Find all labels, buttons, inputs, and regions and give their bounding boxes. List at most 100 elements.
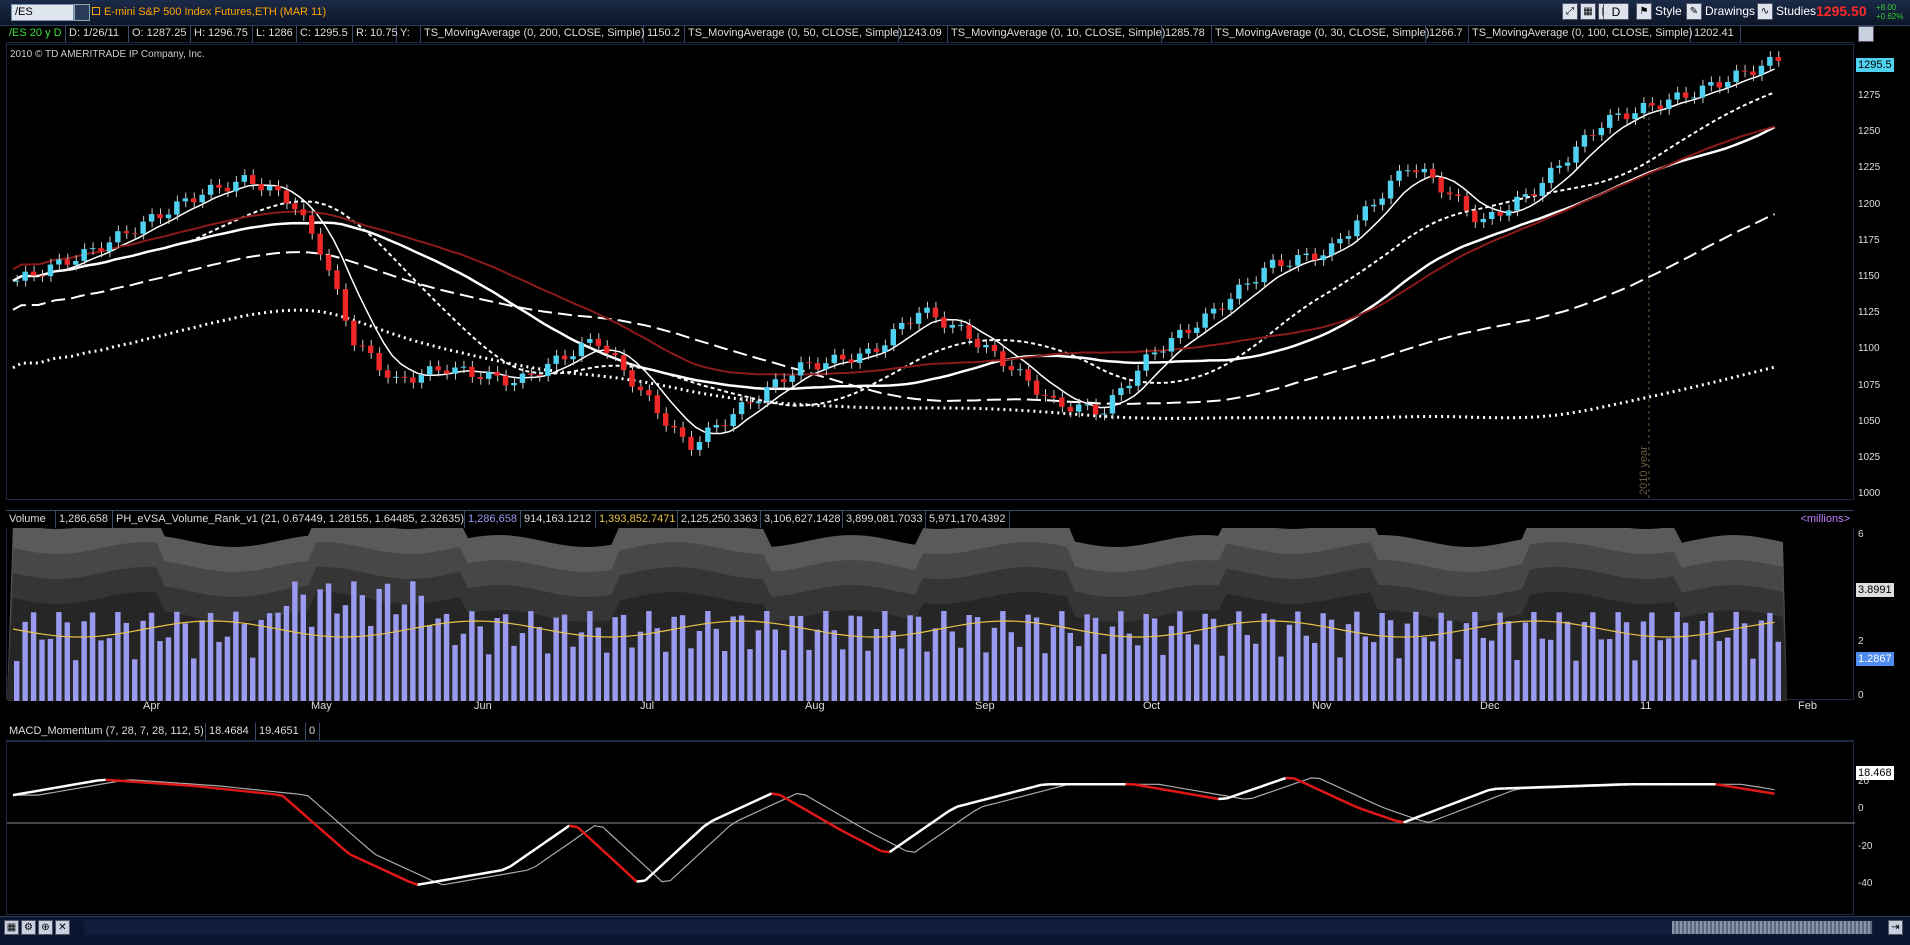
- candle-body: [444, 370, 449, 373]
- price-pane[interactable]: 2010 © TD AMERITRADE IP Company, Inc. 20…: [6, 44, 1854, 500]
- macd-momentum-segment: [1311, 786, 1319, 790]
- macd-momentum-segment: [350, 854, 358, 858]
- macd-momentum-segment: [1235, 793, 1243, 796]
- macd-momentum-segment: [864, 842, 872, 846]
- macd-momentum-segment: [873, 847, 881, 851]
- studies-icon[interactable]: ∿: [1757, 3, 1773, 20]
- candle-body: [1776, 57, 1781, 61]
- volume-bar: [1430, 641, 1435, 701]
- settings-icon[interactable]: ⚙: [21, 920, 36, 935]
- macd-momentum-segment: [974, 800, 982, 802]
- macd-momentum-segment: [1758, 791, 1766, 792]
- volume-bar: [1438, 613, 1443, 701]
- candle-body: [612, 353, 617, 355]
- volume-bar: [1742, 623, 1747, 701]
- macd-pane[interactable]: [6, 741, 1854, 915]
- macd-momentum-segment: [814, 814, 822, 819]
- macd-momentum-segment: [418, 883, 426, 884]
- volume-bar: [22, 622, 27, 701]
- candle-body: [1582, 135, 1587, 147]
- evsa-value-6: 3,899,081.7033: [843, 511, 926, 528]
- candle-body: [343, 289, 348, 321]
- candle-body: [1017, 369, 1022, 370]
- evsa-value-5: 3,106,627.1428: [761, 511, 843, 528]
- candle-body: [730, 414, 735, 426]
- volume-bar: [832, 630, 837, 701]
- grid-icon[interactable]: ▦: [1580, 3, 1596, 20]
- macd-momentum-segment: [679, 842, 687, 850]
- volume-bar: [326, 583, 331, 701]
- volume-bar: [562, 615, 567, 701]
- volume-bar: [1337, 657, 1342, 701]
- layout-icon[interactable]: ▦: [4, 920, 19, 935]
- volume-bar: [242, 624, 247, 701]
- month-label: Feb: [1798, 700, 1817, 712]
- zoom-icon[interactable]: ⊕: [38, 920, 53, 935]
- volume-bar: [1767, 613, 1772, 701]
- volume-pane[interactable]: [6, 510, 1854, 700]
- macd-momentum-segment: [898, 840, 906, 846]
- macd-momentum-segment: [1378, 815, 1386, 818]
- macd-momentum-segment: [965, 802, 973, 804]
- candle-body: [1422, 169, 1427, 172]
- ma100-label: TS_MovingAverage (0, 100, CLOSE, Simple): [1469, 25, 1691, 42]
- drawings-menu[interactable]: Drawings: [1705, 3, 1755, 20]
- volume-bar: [1464, 623, 1469, 701]
- link-icon[interactable]: ⤢: [1562, 3, 1578, 20]
- volume-bar: [478, 626, 483, 701]
- candle-body: [1649, 103, 1654, 106]
- candle-body: [1438, 178, 1443, 193]
- symbol-input[interactable]: /ES: [11, 4, 74, 21]
- studies-menu[interactable]: Studies: [1776, 3, 1816, 20]
- candle-body: [882, 345, 887, 352]
- month-label: May: [311, 700, 332, 712]
- volume-bar: [1641, 621, 1646, 701]
- style-icon[interactable]: ⚑: [1636, 3, 1652, 20]
- scrollbar-thumb[interactable]: [1672, 921, 1872, 934]
- volume-bar: [233, 612, 238, 701]
- drawings-icon[interactable]: ✎: [1686, 3, 1702, 20]
- macd-momentum-segment: [1328, 794, 1336, 798]
- macd-momentum-segment: [738, 805, 746, 809]
- volume-bar: [1674, 612, 1679, 701]
- candle-body: [1329, 243, 1334, 255]
- evsa-value-7: 5,971,170.4392: [926, 511, 1010, 528]
- volume-bar: [419, 596, 424, 701]
- candle-body: [764, 387, 769, 401]
- volume-bar: [124, 623, 129, 701]
- volume-bar: [376, 589, 381, 701]
- volume-bar: [1228, 625, 1233, 701]
- macd-momentum-segment: [721, 813, 729, 817]
- macd-momentum-segment: [772, 793, 780, 795]
- candle-body: [1430, 169, 1435, 178]
- candle-body: [680, 427, 685, 436]
- macd-momentum-segment: [485, 872, 493, 873]
- candle-body: [107, 242, 112, 251]
- volume-bar: [553, 618, 558, 701]
- volume-bar: [1481, 638, 1486, 701]
- candle-body: [975, 339, 980, 347]
- price-tick: 1025: [1858, 452, 1880, 463]
- style-menu[interactable]: Style: [1655, 3, 1682, 20]
- symbol-lookup-button[interactable]: [74, 4, 90, 21]
- bottom-toolbar: ▦ ⚙ ⊕ ✕ ⇥: [0, 916, 1910, 945]
- candle-body: [1691, 97, 1696, 98]
- volume-bar: [705, 611, 710, 701]
- macd-momentum-segment: [569, 826, 577, 828]
- volume-lower-badge: 1.2867: [1856, 652, 1894, 666]
- volume-bar: [570, 647, 575, 701]
- candle-body: [90, 248, 95, 249]
- time-scrollbar[interactable]: [84, 920, 1874, 935]
- volume-bar: [747, 649, 752, 701]
- volume-bar: [1396, 658, 1401, 701]
- candle-body: [284, 190, 289, 203]
- macd-momentum-segment: [384, 870, 392, 874]
- expand-right-icon[interactable]: ⇥: [1888, 920, 1903, 935]
- crosshair-icon[interactable]: ✕: [55, 920, 70, 935]
- expand-axis-icon[interactable]: [1858, 26, 1874, 42]
- aggregation-button[interactable]: D: [1603, 3, 1629, 20]
- macd-momentum-segment: [148, 783, 156, 784]
- macd-momentum-segment: [1041, 784, 1049, 785]
- macd-momentum-segment: [1176, 792, 1184, 793]
- candle-body: [1211, 309, 1216, 314]
